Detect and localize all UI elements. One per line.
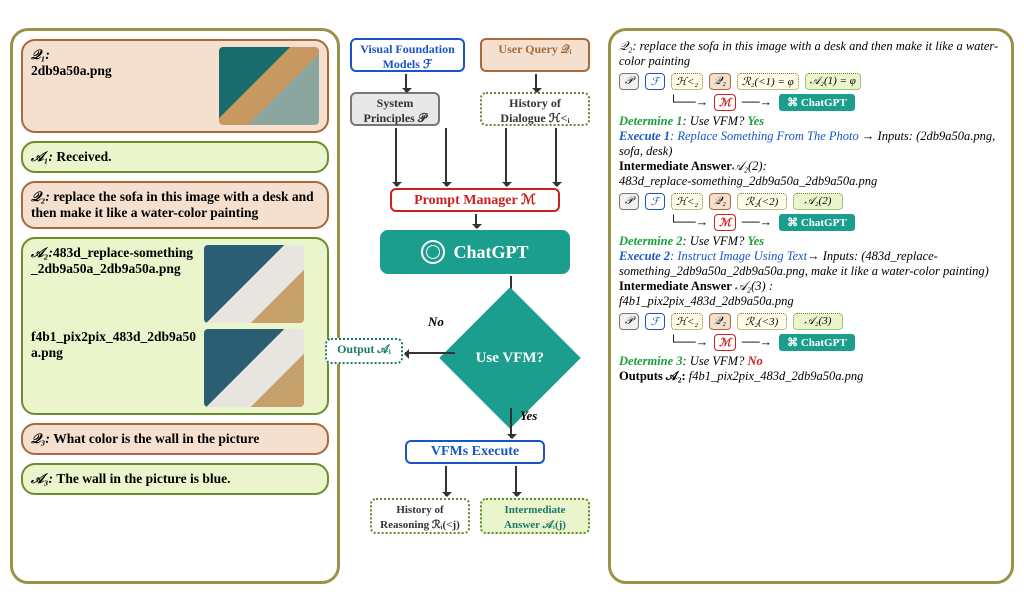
mini-chatgpt-3: ⌘ ChatGPT: [778, 333, 856, 352]
mini-F: ℱ: [645, 73, 665, 90]
execute-1: Execute 1: Replace Something From The Ph…: [619, 129, 1003, 159]
a3-text: The wall in the picture is blue.: [56, 471, 230, 486]
mini-A3: 𝒜₂(3): [793, 313, 843, 330]
mini-Q: 𝒬₂: [709, 73, 731, 90]
mini-R2: ℛ₂(<2): [737, 193, 787, 210]
execute-2: Execute 2: Instruct Image Using Text→ In…: [619, 249, 1003, 279]
mini-M: ℳ: [714, 94, 736, 111]
yes-label: Yes: [520, 408, 537, 424]
output-box: Output 𝒜ᵢ: [325, 338, 403, 364]
right-trace-panel: 𝒬₂: replace the sofa in this image with …: [608, 28, 1014, 584]
a1-label: 𝒜₁:: [31, 149, 53, 164]
q3-label: 𝒬₃:: [31, 431, 50, 446]
mini-A1: 𝒜₂(1) = φ: [805, 73, 861, 90]
a2-file2: f4b1_pix2pix_483d_2db9a50a.png: [31, 329, 196, 360]
chatgpt-logo-icon: [421, 240, 445, 264]
trace-row-2: 𝒫 ℱ ℋ<₂ 𝒬₂ ℛ₂(<2) 𝒜₂(2): [619, 193, 1003, 210]
int-answer-1: Intermediate Answer𝒜₂(2):: [619, 159, 1003, 174]
determine-2: Determine 2: Use VFM? Yes: [619, 234, 1003, 249]
determine-1: Determine 1: Use VFM? Yes: [619, 114, 1003, 129]
q2-label: 𝒬₂:: [31, 189, 50, 204]
a3-bubble: 𝒜₃: The wall in the picture is blue.: [21, 463, 329, 495]
trace-conn-2: └──→ ℳ ──→ ⌘ ChatGPT: [669, 213, 1003, 232]
q1-thumb: [219, 47, 319, 125]
vfms-execute-box: VFMs Execute: [405, 440, 545, 464]
mini-R3: ℛ₂(<3): [737, 313, 787, 330]
vfm-models-box: Visual Foundation Models ℱ: [350, 38, 465, 72]
q1-bubble: 𝒬₁: 2db9a50a.png: [21, 39, 329, 133]
prompt-manager-box: Prompt Manager ℳ: [390, 188, 560, 212]
mini-H: ℋ<₂: [671, 73, 703, 90]
q2-text: replace the sofa in this image with a de…: [31, 189, 314, 220]
a2-bubble: 𝒜₂:483d_replace-something_2db9a50a_2db9a…: [21, 237, 329, 415]
center-flow: Visual Foundation Models ℱ User Query 𝒬ᵢ…: [350, 30, 600, 590]
a2-thumb1: [204, 245, 304, 323]
int-answer-2-val: f4b1_pix2pix_483d_2db9a50a.png: [619, 294, 1003, 309]
int-answer-2: Intermediate Answer 𝒜₂(3) :: [619, 279, 1003, 294]
system-principles-box: System Principles 𝒫: [350, 92, 440, 126]
q3-text: What color is the wall in the picture: [53, 431, 259, 446]
mini-chatgpt-2: ⌘ ChatGPT: [778, 213, 856, 232]
trace-row-3: 𝒫 ℱ ℋ<₂ 𝒬₂ ℛ₂(<3) 𝒜₂(3): [619, 313, 1003, 330]
mini-chatgpt-1: ⌘ ChatGPT: [778, 93, 856, 112]
a2-file1: 483d_replace-something_2db9a50a_2db9a50a…: [31, 245, 193, 276]
trace-conn-3: └──→ ℳ ──→ ⌘ ChatGPT: [669, 333, 1003, 352]
no-label: No: [428, 314, 444, 330]
a3-label: 𝒜₃:: [31, 471, 53, 486]
a2-thumb2: [204, 329, 304, 407]
chatgpt-box: ChatGPT: [380, 230, 570, 274]
q1-text: 2db9a50a.png: [31, 63, 112, 78]
intermediate-answer-box: Intermediate Answer 𝒜ᵢ(j): [480, 498, 590, 534]
q3-bubble: 𝒬₃: What color is the wall in the pictur…: [21, 423, 329, 455]
trace-row-1: 𝒫 ℱ ℋ<₂ 𝒬₂ ℛ₂(<1) = φ 𝒜₂(1) = φ: [619, 73, 1003, 90]
outputs-line: Outputs 𝒜₂: f4b1_pix2pix_483d_2db9a50a.p…: [619, 369, 1003, 384]
a2-label: 𝒜₂:: [31, 245, 53, 260]
left-dialogue-panel: 𝒬₁: 2db9a50a.png 𝒜₁: Received. 𝒬₂: repla…: [10, 28, 340, 584]
int-answer-1-val: 483d_replace-something_2db9a50a_2db9a50a…: [619, 174, 1003, 189]
trace-conn-1: └──→ ℳ ──→ ⌘ ChatGPT: [669, 93, 1003, 112]
a1-bubble: 𝒜₁: Received.: [21, 141, 329, 173]
determine-3: Determine 3: Use VFM? No: [619, 354, 1003, 369]
mini-P: 𝒫: [619, 73, 639, 90]
chatgpt-label: ChatGPT: [453, 242, 528, 263]
q1-label: 𝒬₁:: [31, 47, 50, 62]
mini-R1: ℛ₂(<1) = φ: [737, 73, 799, 90]
right-q2: 𝒬₂: replace the sofa in this image with …: [619, 39, 1003, 69]
a1-text: Received.: [56, 149, 111, 164]
history-reasoning-box: History of Reasoning ℛᵢ(<j): [370, 498, 470, 534]
q2-bubble: 𝒬₂: replace the sofa in this image with …: [21, 181, 329, 229]
mini-A2: 𝒜₂(2): [793, 193, 843, 210]
user-query-box: User Query 𝒬ᵢ: [480, 38, 590, 72]
